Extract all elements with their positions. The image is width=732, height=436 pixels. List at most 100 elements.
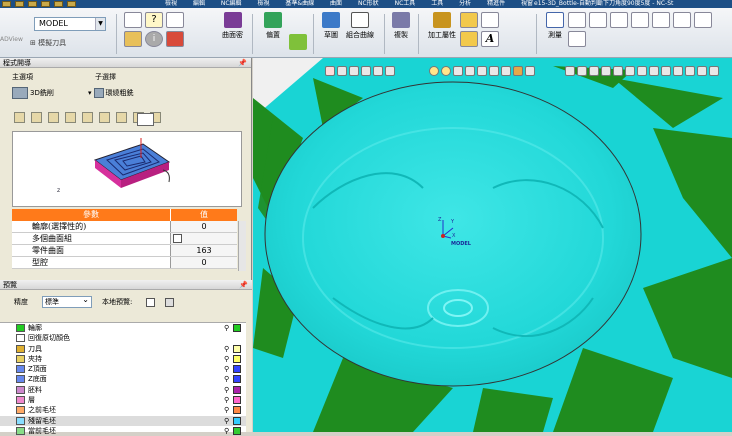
dim-icon-2[interactable] (601, 66, 611, 76)
machine-icon[interactable] (82, 112, 93, 123)
chevron-down-icon[interactable] (385, 66, 395, 76)
drill-icon[interactable] (460, 31, 478, 47)
dim-icon-8[interactable] (673, 66, 683, 76)
quick-access-toolbar[interactable] (0, 0, 160, 8)
list-item[interactable]: Z頂面 ⚲ (0, 364, 246, 374)
param-value[interactable]: 163 (170, 245, 237, 256)
param-row[interactable]: 多個曲面組 (12, 233, 237, 245)
dim-icon-7[interactable] (661, 66, 671, 76)
chevron-down-icon[interactable] (477, 66, 487, 76)
active-tab-marker[interactable] (137, 113, 154, 126)
main-option-selector[interactable]: 3D銑削 (12, 87, 54, 99)
offset-button[interactable]: 偏置 (264, 12, 282, 40)
menu-item[interactable]: 檢視 (257, 0, 269, 7)
tool-select-icon[interactable] (31, 112, 42, 123)
dim-icon-4[interactable] (625, 66, 635, 76)
surface-density-button[interactable]: 曲面密 (222, 12, 243, 40)
param-row[interactable]: 輪廓(選擇性的) 0 (12, 221, 237, 233)
pin-icon[interactable]: ⚲ (224, 405, 229, 415)
list-item[interactable]: 殘留毛坯 ⚲ (0, 415, 246, 426)
menu-item[interactable]: 編輯 (193, 0, 205, 7)
select-filter-icon[interactable] (337, 66, 347, 76)
pin-icon[interactable]: ⚲ (224, 344, 229, 354)
section-icon[interactable] (501, 66, 511, 76)
color-swatch[interactable] (233, 375, 241, 384)
sketch-button[interactable]: 草圖 (322, 12, 340, 40)
menu-item[interactable]: 精進件 (487, 0, 505, 7)
local-preview-checkbox[interactable] (146, 297, 156, 307)
param-row[interactable]: 零件曲面 163 (12, 245, 237, 257)
help-icon[interactable]: ? (145, 12, 163, 28)
list-item[interactable]: 之前毛坯 ⚲ (0, 405, 246, 415)
color-swatch[interactable] (233, 365, 241, 374)
sub-option-selector[interactable]: ▾ 環繞粗銑 (88, 88, 134, 98)
list-item[interactable]: 層 ⚲ (0, 395, 246, 405)
close-icon[interactable] (325, 66, 335, 76)
color-swatch[interactable] (233, 396, 241, 405)
list-item[interactable]: 輪廓 ⚲ (0, 323, 246, 333)
redo-view-icon[interactable] (577, 66, 587, 76)
chart-icon[interactable] (481, 12, 499, 28)
pin-icon[interactable]: 📌 (239, 280, 248, 290)
feed-icon[interactable] (48, 112, 59, 123)
pin-icon[interactable]: ⚲ (224, 426, 229, 436)
dim-icon-1[interactable] (589, 66, 599, 76)
preview-settings-icon[interactable] (165, 297, 175, 307)
light-off-icon[interactable] (441, 66, 451, 76)
menu-item[interactable]: 視窗 (521, 0, 533, 7)
param-scrollbar[interactable] (238, 221, 246, 271)
pin-icon[interactable]: ⚲ (224, 364, 229, 374)
multiple-surfaces-checkbox[interactable] (173, 234, 182, 243)
view-cube-icon[interactable] (465, 66, 475, 76)
dim-icon-11[interactable] (709, 66, 719, 76)
menu-item[interactable]: 基準&曲線 (285, 0, 314, 7)
list-item[interactable]: 當前毛坯 ⚲ (0, 426, 246, 436)
color-swatch[interactable] (233, 426, 241, 435)
chevron-down-icon[interactable]: ▼ (95, 18, 105, 30)
pin-icon[interactable]: 📌 (238, 58, 247, 68)
param-row[interactable]: 型腔 0 (12, 257, 237, 269)
save-icon[interactable] (116, 112, 127, 123)
tool-clip-button[interactable]: ⊞ 模擬刀具 (30, 38, 66, 48)
view-iso-icon[interactable] (489, 66, 499, 76)
tool-library-icon[interactable] (166, 31, 184, 47)
zoom-icon[interactable] (589, 12, 607, 28)
parameter-icon[interactable] (14, 112, 25, 123)
color-swatch[interactable] (233, 385, 241, 394)
composite-curve-button[interactable]: 組合曲線 (346, 12, 374, 40)
filter-icon[interactable] (610, 12, 628, 28)
dim-icon-6[interactable] (649, 66, 659, 76)
wire-icon[interactable] (694, 12, 712, 28)
dim-icon-9[interactable] (685, 66, 695, 76)
model-select[interactable]: MODEL ▼ (34, 17, 106, 31)
menu-item[interactable]: NC形狀 (358, 0, 379, 7)
tool-icon[interactable] (460, 12, 478, 28)
pan-icon[interactable] (631, 12, 649, 28)
grid-icon[interactable] (124, 12, 142, 28)
shade-icon[interactable] (453, 66, 463, 76)
pin-icon[interactable]: ⚲ (224, 416, 229, 426)
list-item[interactable]: Z底面 ⚲ (0, 374, 246, 384)
machining-attr-button[interactable]: 加工屬性 (428, 12, 456, 40)
color-swatch[interactable] (233, 416, 241, 425)
refresh-icon[interactable] (568, 31, 586, 47)
chevron-down-icon[interactable] (525, 66, 535, 76)
pin-icon[interactable]: ⚲ (224, 323, 229, 333)
copy-button[interactable]: 複製 (392, 12, 410, 40)
measure-button[interactable]: 測量 (546, 12, 564, 40)
list-item[interactable]: 刀具 ⚲ (0, 344, 246, 354)
menu-item[interactable]: NC工具 (395, 0, 416, 7)
box-select-icon[interactable] (349, 66, 359, 76)
color-swatch[interactable] (233, 324, 241, 332)
pin-icon[interactable]: ⚲ (224, 385, 229, 395)
chevron-down-icon[interactable] (361, 66, 371, 76)
cube-icon[interactable] (513, 66, 523, 76)
list-item[interactable]: 夾持 ⚲ (0, 354, 246, 364)
param-value[interactable] (170, 233, 237, 244)
param-value[interactable]: 0 (170, 257, 237, 268)
print-preview-icon[interactable] (166, 12, 184, 28)
3d-viewport[interactable]: MODEL Z Y X (253, 58, 732, 432)
print-icon[interactable] (67, 1, 76, 7)
list-item[interactable]: 回復原切顏色 (0, 333, 246, 343)
zoom-window-icon[interactable] (373, 66, 383, 76)
